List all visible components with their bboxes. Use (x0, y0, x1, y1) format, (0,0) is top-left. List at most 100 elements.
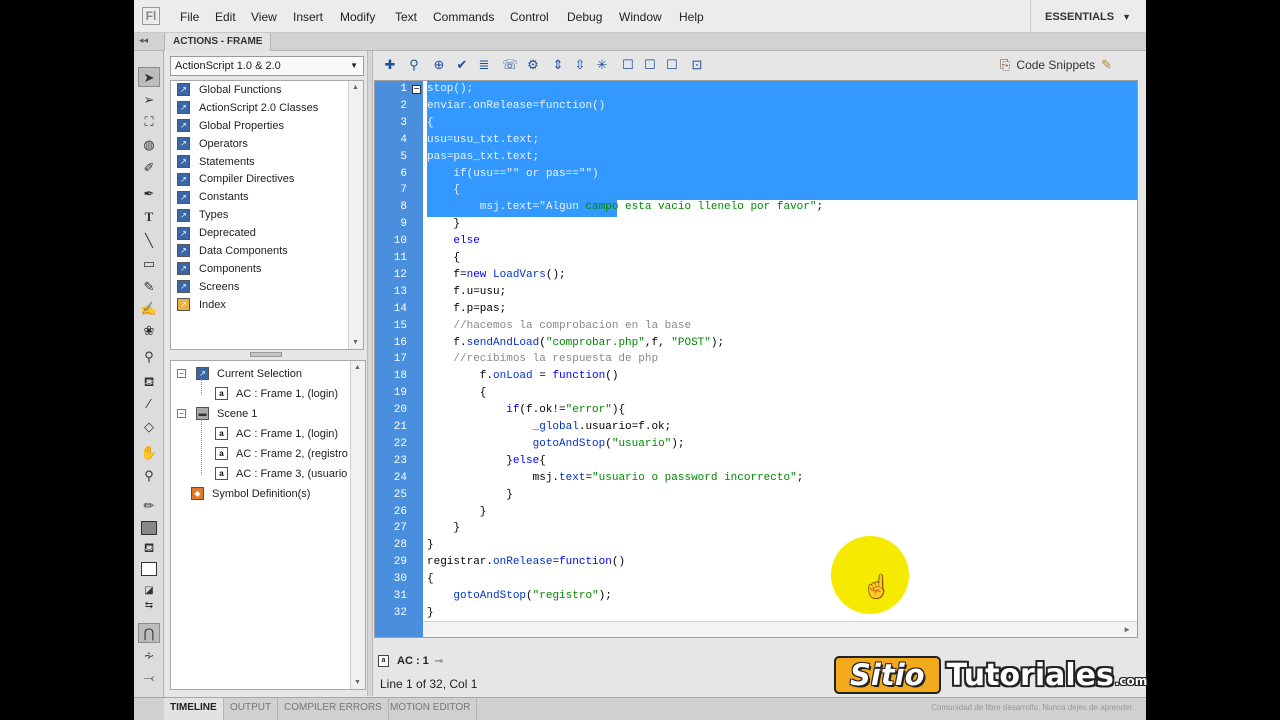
collapse-selection-icon[interactable]: ⇳ (571, 56, 589, 74)
stroke-color-icon[interactable]: ✏ (138, 496, 160, 516)
tab-output[interactable]: OUTPUT (224, 698, 279, 720)
brush-tool-icon[interactable]: ✍ (138, 299, 160, 319)
actionscript-version-select[interactable]: ActionScript 1.0 & 2.0 ▼ (170, 56, 364, 76)
menu-modify[interactable]: Modify (340, 10, 375, 24)
scroll-right-icon[interactable]: ► (1123, 625, 1131, 634)
code-line[interactable]: pas=pas_txt.text; (427, 149, 539, 166)
book-operators[interactable]: ↗ Operators (171, 135, 363, 153)
code-line[interactable]: f.sendAndLoad("comprobar.php",f, "POST")… (427, 335, 724, 352)
line-tool-icon[interactable]: ╲ (138, 231, 160, 251)
menu-control[interactable]: Control (510, 10, 549, 24)
splitter-grip[interactable] (250, 352, 282, 357)
deco-tool-icon[interactable]: ❀ (138, 321, 160, 341)
code-line[interactable]: }else{ (427, 453, 546, 470)
menu-edit[interactable]: Edit (215, 10, 236, 24)
script-editor[interactable]: ► 1− stop(); 2 enviar.onRelease=function() 3… (374, 80, 1138, 638)
book-data-components[interactable]: ↗ Data Components (171, 242, 363, 260)
menu-text[interactable]: Text (395, 10, 417, 24)
book-actionscript-2-classes[interactable]: ↗ ActionScript 2.0 Classes (171, 99, 363, 117)
free-transform-tool-icon[interactable]: ⛶ (138, 112, 160, 132)
scroll-up-icon[interactable]: ▲ (354, 364, 361, 371)
lasso-tool-icon[interactable]: ✐ (138, 158, 160, 178)
code-line[interactable]: msj.text="Algun campo esta vacio llenelo… (427, 199, 823, 216)
code-line[interactable]: gotoAndStop("registro"); (427, 588, 611, 605)
code-line[interactable]: _global.usuario=f.ok; (427, 419, 672, 436)
menu-debug[interactable]: Debug (567, 10, 602, 24)
code-snippets-button[interactable]: ⎘ Code Snippets ✎ (1000, 57, 1112, 73)
code-line[interactable]: { (427, 115, 434, 132)
panel-splitter[interactable] (170, 351, 364, 358)
book-screens[interactable]: ↗ Screens (171, 278, 363, 296)
tab-actions-frame[interactable]: ACTIONS - FRAME (164, 33, 272, 51)
panel-divider[interactable] (367, 51, 373, 696)
code-line[interactable]: } (427, 487, 513, 504)
tab-timeline[interactable]: TIMELINE (164, 698, 224, 720)
bone-tool-icon[interactable]: ⚲ (138, 347, 160, 367)
code-line[interactable]: usu=usu_txt.text; (427, 132, 539, 149)
scroll-down-icon[interactable]: ▼ (352, 339, 359, 346)
3d-rotation-tool-icon[interactable]: ◍ (138, 135, 160, 155)
hand-tool-icon[interactable]: ✋ (138, 443, 160, 463)
tree-frame-1[interactable]: a AC : Frame 1, (login) (215, 424, 338, 443)
tab-motion-editor[interactable]: MOTION EDITOR (384, 698, 478, 720)
code-line[interactable]: { (427, 250, 460, 267)
code-line[interactable]: } (427, 504, 487, 521)
code-line[interactable]: if(f.ok!="error"){ (427, 402, 625, 419)
code-line[interactable]: } (427, 216, 460, 233)
stroke-swatch-icon[interactable] (138, 517, 160, 537)
add-statement-icon[interactable]: ✚ (381, 56, 399, 74)
tab-compiler-errors[interactable]: COMPILER ERRORS (278, 698, 389, 720)
tree-frame-2[interactable]: a AC : Frame 2, (registro (215, 444, 348, 463)
collapse-icon[interactable]: − (177, 369, 186, 378)
tree-frame-3[interactable]: a AC : Frame 3, (usuario (215, 464, 347, 483)
insert-target-path-icon[interactable]: ⊕ (430, 56, 448, 74)
code-line[interactable]: registrar.onRelease=function() (427, 554, 625, 571)
scroll-up-icon[interactable]: ▲ (352, 84, 359, 91)
smooth-icon[interactable]: ∻ (138, 646, 160, 666)
book-global-properties[interactable]: ↗ Global Properties (171, 117, 363, 135)
toolbox-scrollbar[interactable]: ▲ ▼ (348, 81, 363, 349)
menu-insert[interactable]: Insert (293, 10, 323, 24)
code-line[interactable]: enviar.onRelease=function() (427, 98, 605, 115)
auto-format-icon[interactable]: ≣ (475, 56, 493, 74)
script-tab[interactable]: a AC : 1 ⊸ (378, 652, 443, 670)
code-line[interactable]: { (427, 571, 434, 588)
menu-window[interactable]: Window (619, 10, 662, 24)
menu-commands[interactable]: Commands (433, 10, 494, 24)
code-line[interactable]: //hacemos la comprobacion en la base (427, 318, 691, 335)
code-line[interactable]: f.u=usu; (427, 284, 506, 301)
tree-scene-1[interactable]: − ▬ Scene 1 (177, 404, 257, 423)
code-line[interactable]: } (427, 537, 434, 554)
eraser-tool-icon[interactable]: ◇ (138, 417, 160, 437)
menu-view[interactable]: View (251, 10, 277, 24)
code-line[interactable]: f=new LoadVars(); (427, 267, 565, 284)
show-hide-toolbox-icon[interactable]: ⊡ (688, 56, 706, 74)
tree-symbol-definitions[interactable]: ◆ Symbol Definition(s) (191, 484, 310, 503)
straighten-icon[interactable]: ⤙ (138, 668, 160, 688)
code-hint-icon[interactable]: ☏ (501, 56, 519, 74)
menu-file[interactable]: File (180, 10, 199, 24)
check-syntax-icon[interactable]: ✔ (453, 56, 471, 74)
book-types[interactable]: ↗ Types (171, 206, 363, 224)
book-global-functions[interactable]: ↗ Global Functions (171, 81, 363, 99)
zoom-tool-icon[interactable]: ⚲ (138, 466, 160, 486)
expand-all-icon[interactable]: ✳ (593, 56, 611, 74)
tree-current-selection[interactable]: − ↗ Current Selection (177, 364, 302, 383)
swap-colors-icon[interactable]: ⇆ (138, 596, 160, 616)
workspace-switcher[interactable]: ESSENTIALS ▼ (1030, 0, 1146, 33)
book-constants[interactable]: ↗ Constants (171, 188, 363, 206)
pen-tool-icon[interactable]: ✒ (138, 184, 160, 204)
menu-help[interactable]: Help (679, 10, 704, 24)
apply-block-comment-icon[interactable]: ☐ (619, 56, 637, 74)
code-line[interactable]: { (427, 182, 460, 199)
remove-comment-icon[interactable]: ☐ (663, 56, 681, 74)
book-compiler-directives[interactable]: ↗ Compiler Directives (171, 170, 363, 188)
scroll-down-icon[interactable]: ▼ (354, 679, 361, 686)
tree-current-frame[interactable]: a AC : Frame 1, (login) (215, 384, 338, 403)
find-icon[interactable]: ⚲ (405, 56, 423, 74)
selection-tool-icon[interactable]: ➤ (138, 67, 160, 87)
snap-to-objects-icon[interactable]: ⋂ (138, 623, 160, 643)
fill-color-icon[interactable]: ⛾ (138, 538, 160, 558)
code-line[interactable]: f.p=pas; (427, 301, 506, 318)
book-statements[interactable]: ↗ Statements (171, 153, 363, 171)
